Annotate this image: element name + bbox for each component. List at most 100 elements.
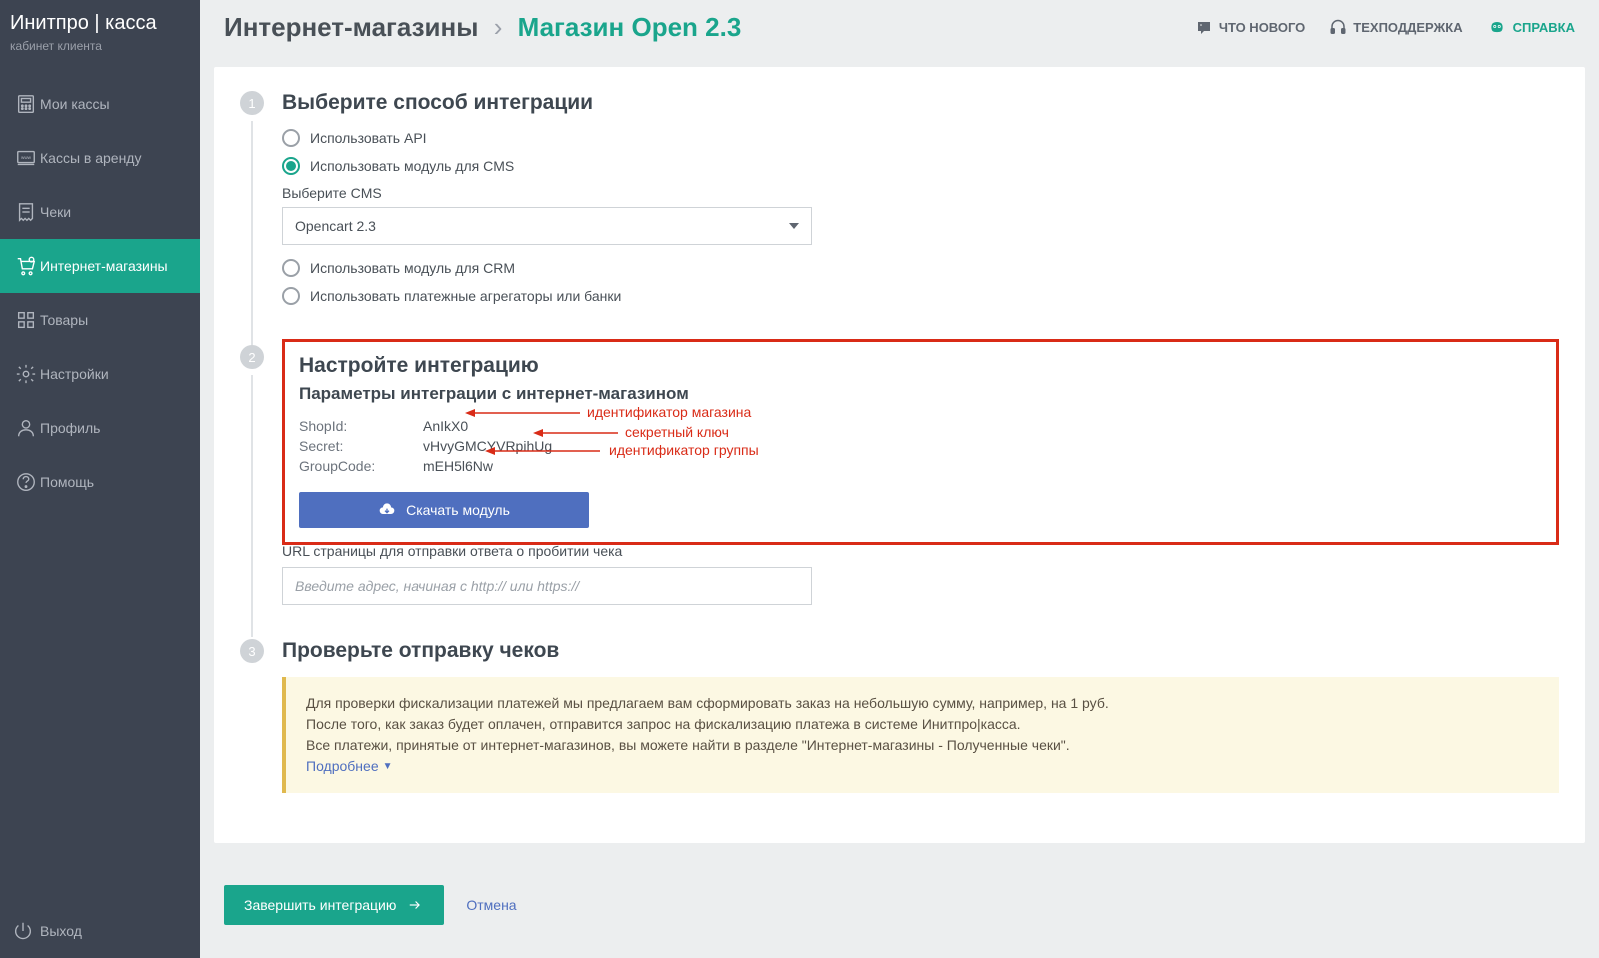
sidebar-item-label: Интернет-магазины (40, 258, 168, 274)
radio-icon (282, 287, 300, 305)
sidebar-item-rent-registers[interactable]: www Кассы в аренду (0, 131, 200, 185)
sidebar-item-receipts[interactable]: Чеки (0, 185, 200, 239)
cms-select-label: Выберите CMS (282, 185, 1559, 201)
brand: Инитпро | касса (10, 12, 190, 35)
sidebar-item-my-registers[interactable]: Мои кассы (0, 77, 200, 131)
radio-aggregators[interactable]: Использовать платежные агрегаторы или ба… (282, 287, 1559, 305)
sidebar-item-logout[interactable]: Выход (0, 904, 200, 958)
sidebar-item-label: Профиль (40, 420, 100, 436)
param-value: AnIkX0 (423, 418, 468, 434)
arrow-right-icon (406, 898, 424, 912)
alert-more-link[interactable]: Подробнее ▼ (306, 756, 393, 777)
owl-icon (1487, 19, 1507, 37)
sidebar: Инитпро | касса кабинет клиента Мои касс… (0, 0, 200, 958)
header-links: ЧТО НОВОГО ТЕХПОДДЕРЖКА СПРАВКА (1195, 19, 1575, 37)
step-line (251, 375, 253, 637)
sidebar-item-products[interactable]: Товары (0, 293, 200, 347)
brand-name-1: Инитпро (10, 12, 89, 34)
step-num-2: 2 (240, 345, 264, 369)
radio-label: Использовать платежные агрегаторы или ба… (310, 288, 621, 304)
callback-url-input[interactable] (282, 567, 812, 605)
sidebar-item-ecommerce[interactable]: Интернет-магазины (0, 239, 200, 293)
info-alert: Для проверки фискализации платежей мы пр… (282, 677, 1559, 793)
sidebar-item-settings[interactable]: Настройки (0, 347, 200, 401)
register-icon (12, 93, 40, 115)
brand-sep: | (89, 12, 105, 34)
breadcrumb: Интернет-магазины › Магазин Open 2.3 (224, 12, 741, 43)
param-secret: Secret: vHvyGMCYVRpihUg (299, 438, 1542, 454)
radio-icon (282, 129, 300, 147)
param-value: vHvyGMCYVRpihUg (423, 438, 552, 454)
cloud-download-icon (378, 502, 396, 518)
step-3-body: Проверьте отправку чеков Для проверки фи… (282, 639, 1559, 793)
topbar: Интернет-магазины › Магазин Open 2.3 ЧТО… (200, 0, 1599, 49)
header-link-help[interactable]: СПРАВКА (1487, 19, 1575, 37)
radio-label: Использовать модуль для CMS (310, 158, 514, 174)
radio-crm[interactable]: Использовать модуль для CRM (282, 259, 1559, 277)
download-module-button[interactable]: Скачать модуль (299, 492, 589, 528)
cancel-link[interactable]: Отмена (466, 897, 516, 913)
content: 1 Выберите способ интеграции Использоват… (214, 67, 1585, 843)
header-link-label: ТЕХПОДДЕРЖКА (1353, 20, 1462, 35)
breadcrumb-root[interactable]: Интернет-магазины (224, 12, 478, 42)
grid-icon (12, 309, 40, 331)
step-line (251, 121, 253, 347)
breadcrumb-sep: › (494, 12, 503, 42)
param-label: Secret: (299, 438, 423, 454)
step-2: 2 Настройте интеграцию Параметры интегра… (240, 345, 1559, 605)
gear-icon (12, 363, 40, 385)
brand-subtitle: кабинет клиента (10, 39, 190, 53)
url-label: URL страницы для отправки ответа о проби… (282, 543, 1559, 559)
user-icon (12, 417, 40, 439)
step-2-subtitle: Параметры интеграции с интернет-магазино… (299, 384, 1542, 404)
link-label: Подробнее (306, 756, 379, 777)
header-link-label: ЧТО НОВОГО (1219, 20, 1305, 35)
sidebar-nav: Мои кассы www Кассы в аренду Чеки Интерн… (0, 77, 200, 904)
headset-icon (1329, 19, 1347, 37)
cart-icon (12, 255, 40, 277)
finish-integration-button[interactable]: Завершить интеграцию (224, 885, 444, 925)
main: Интернет-магазины › Магазин Open 2.3 ЧТО… (200, 0, 1599, 958)
param-label: ShopId: (299, 418, 423, 434)
sidebar-item-label: Чеки (40, 204, 71, 220)
button-label: Завершить интеграцию (244, 897, 396, 913)
step-num-3: 3 (240, 639, 264, 663)
radio-icon (282, 157, 300, 175)
brand-name-2: касса (105, 12, 156, 34)
action-row: Завершить интеграцию Отмена (224, 885, 1599, 925)
breadcrumb-current: Магазин Open 2.3 (518, 12, 742, 42)
help-icon (12, 471, 40, 493)
sidebar-item-label: Кассы в аренду (40, 150, 141, 166)
svg-text:www: www (21, 155, 32, 160)
alert-line: Все платежи, принятые от интернет-магази… (306, 735, 1539, 756)
param-shopid: ShopId: AnIkX0 (299, 418, 1542, 434)
sidebar-item-label: Помощь (40, 474, 94, 490)
header-link-support[interactable]: ТЕХПОДДЕРЖКА (1329, 19, 1462, 37)
radio-cms[interactable]: Использовать модуль для CMS (282, 157, 1559, 175)
receipt-icon (12, 201, 40, 223)
cms-select[interactable]: Opencart 2.3 (282, 207, 812, 245)
alert-line: После того, как заказ будет оплачен, отп… (306, 714, 1539, 735)
radio-api[interactable]: Использовать API (282, 129, 1559, 147)
step-num-1: 1 (240, 91, 264, 115)
radio-label: Использовать API (310, 130, 427, 146)
sidebar-item-label: Настройки (40, 366, 109, 382)
alert-line: Для проверки фискализации платежей мы пр… (306, 693, 1539, 714)
cms-select-value: Opencart 2.3 (295, 218, 376, 234)
step-2-body: Настройте интеграцию Параметры интеграци… (282, 345, 1559, 605)
sidebar-item-label: Товары (40, 312, 88, 328)
highlight-box: Настройте интеграцию Параметры интеграци… (282, 339, 1559, 545)
param-groupcode: GroupCode: mEH5l6Nw (299, 458, 1542, 474)
sidebar-item-label: Мои кассы (40, 96, 110, 112)
sidebar-item-help[interactable]: Помощь (0, 455, 200, 509)
sidebar-item-label: Выход (40, 923, 82, 939)
radio-label: Использовать модуль для CRM (310, 260, 515, 276)
param-label: GroupCode: (299, 458, 423, 474)
sidebar-item-profile[interactable]: Профиль (0, 401, 200, 455)
sidebar-header: Инитпро | касса кабинет клиента (0, 0, 200, 61)
chat-icon (1195, 19, 1213, 37)
header-link-news[interactable]: ЧТО НОВОГО (1195, 19, 1305, 37)
step-3: 3 Проверьте отправку чеков Для проверки … (240, 639, 1559, 793)
button-label: Скачать модуль (406, 502, 510, 518)
chevron-down-icon: ▼ (383, 759, 393, 774)
